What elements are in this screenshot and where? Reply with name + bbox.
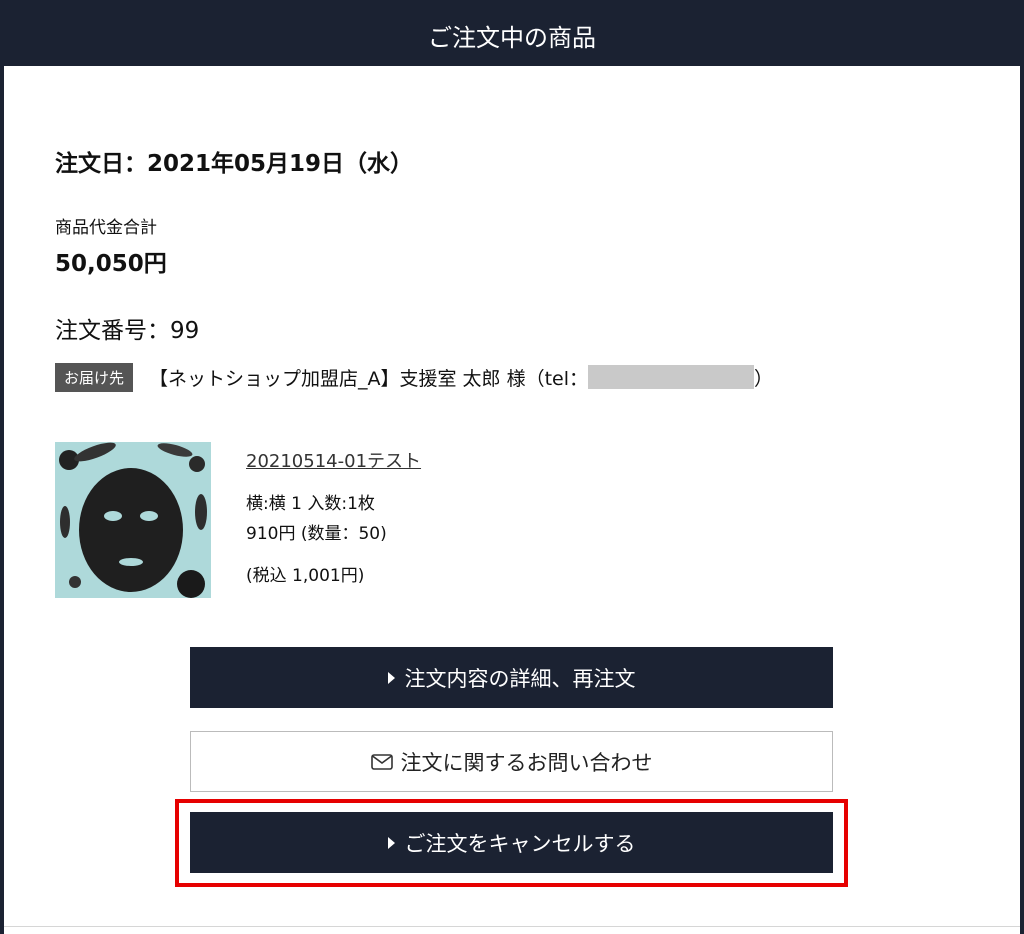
page-frame: ご注文中の商品 注文日：2021年05月19日（水） 商品代金合計 50,050… [4, 4, 1020, 934]
product-image[interactable] [55, 442, 211, 598]
product-price: 910円 (数量：50) [246, 524, 387, 544]
charcoal-face-mask-icon [55, 442, 211, 598]
redacted-phone [588, 365, 755, 389]
caret-right-icon [387, 671, 395, 684]
order-detail-reorder-button[interactable]: 注文内容の詳細、再注文 [190, 647, 833, 708]
bottom-divider [4, 926, 1020, 927]
page-title: ご注文中の商品 [428, 23, 596, 52]
subtotal-value: 50,050円 [55, 251, 167, 277]
subtotal-label: 商品代金合計 [55, 218, 157, 238]
destination-close: ） [754, 367, 774, 390]
order-detail-reorder-label: 注文内容の詳細、再注文 [404, 666, 636, 691]
order-number: 注文番号：99 [55, 318, 200, 344]
cancel-order-label: ご注文をキャンセルする [404, 831, 636, 856]
product-name-link[interactable]: 20210514-01テスト [246, 447, 421, 473]
envelope-icon [370, 753, 393, 770]
order-inquiry-label: 注文に関するお問い合わせ [400, 750, 653, 775]
order-inquiry-button[interactable]: 注文に関するお問い合わせ [190, 731, 833, 792]
cancel-order-button[interactable]: ご注文をキャンセルする [190, 812, 833, 873]
product-tax-included: (税込 1,001円) [246, 566, 365, 586]
product-variant: 横:横 1 入数:1枚 [246, 494, 375, 514]
destination-text: 【ネットショップ加盟店_A】支援室 太郎 様（tel： [149, 367, 589, 390]
destination-badge: お届け先 [55, 362, 134, 392]
order-date: 注文日：2021年05月19日（水） [55, 151, 414, 177]
page-header: ご注文中の商品 [4, 4, 1020, 66]
destination-row: お届け先 【ネットショップ加盟店_A】支援室 太郎 様（tel： ） [55, 362, 773, 392]
caret-right-icon [387, 836, 395, 849]
